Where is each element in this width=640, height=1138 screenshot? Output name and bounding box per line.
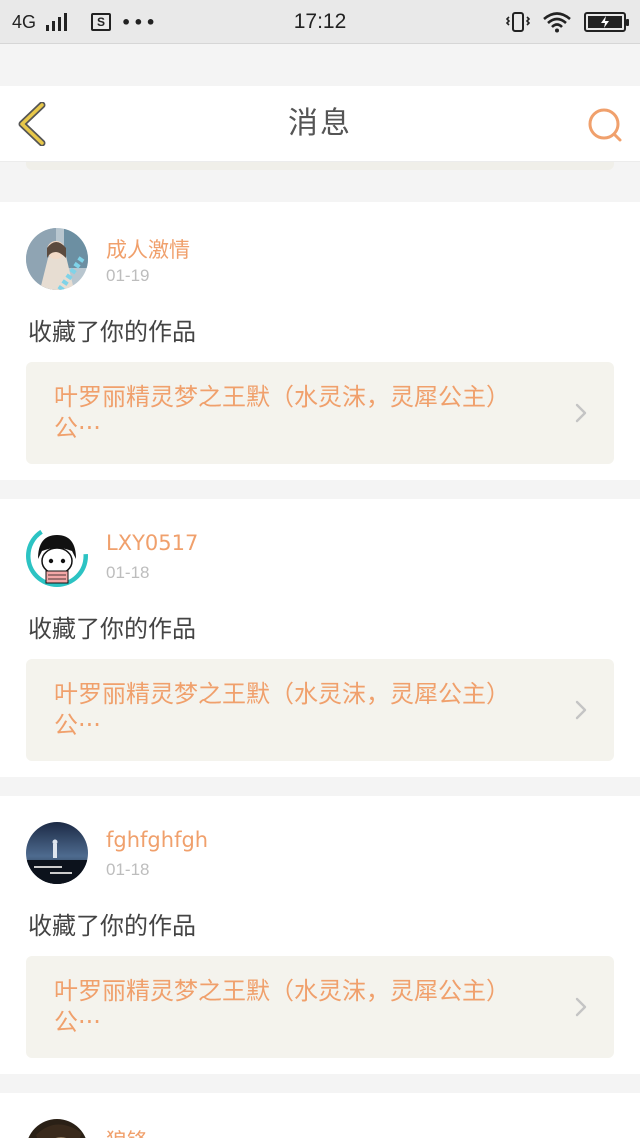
username[interactable]: LXY0517: [106, 531, 198, 555]
work-link[interactable]: 叶罗丽精灵梦之王默（水灵沫，灵犀公主）公···: [26, 956, 614, 1058]
more-notifications-icon: •••: [121, 12, 158, 32]
message-date: 01-18: [106, 563, 150, 582]
message-card: LXY0517 01-18 收藏了你的作品 叶罗丽精灵梦之王默（水灵沫，灵犀公主…: [0, 499, 640, 777]
status-left: 4G S •••: [12, 0, 158, 44]
message-card: fghfghfgh 01-18 收藏了你的作品 叶罗丽精灵梦之王默（水灵沫，灵犀…: [0, 796, 640, 1074]
chevron-right-icon: [575, 997, 587, 1017]
wifi-icon: [543, 12, 571, 33]
chevron-right-icon: [575, 700, 587, 720]
work-link[interactable]: 叶罗丽精灵梦之王默（水灵沫，灵犀公主）公···: [26, 659, 614, 761]
message-action: 收藏了你的作品: [28, 912, 196, 940]
avatar[interactable]: [26, 822, 88, 884]
app-header: 消息: [0, 86, 640, 162]
work-title: 叶罗丽精灵梦之王默（水灵沫，灵犀公主）公···: [54, 680, 510, 739]
message-action: 收藏了你的作品: [28, 318, 196, 346]
avatar[interactable]: [26, 525, 88, 587]
message-action: 收藏了你的作品: [28, 615, 196, 643]
chevron-right-icon: [575, 403, 587, 423]
network-type: 4G: [12, 11, 37, 32]
avatar[interactable]: [26, 228, 88, 290]
status-bar: 4G S ••• 17:12: [0, 0, 640, 44]
work-link[interactable]: 叶罗丽精灵梦之王默（水灵沫，灵犀公主）公···: [26, 362, 614, 464]
message-date: 01-19: [106, 266, 150, 285]
message-card: 成人激情 01-19 收藏了你的作品 叶罗丽精灵梦之王默（水灵沫，灵犀公主）公·…: [0, 202, 640, 480]
username[interactable]: fghfghfgh: [106, 828, 208, 852]
work-title: 叶罗丽精灵梦之王默（水灵沫，灵犀公主）公···: [54, 977, 510, 1036]
message-date: 01-18: [106, 860, 150, 879]
username[interactable]: 成人激情: [106, 234, 190, 264]
message-card: 狼锋: [0, 1093, 640, 1138]
avatar[interactable]: [26, 1119, 88, 1138]
status-right: [506, 0, 629, 44]
username[interactable]: 狼锋: [106, 1125, 148, 1138]
work-title: 叶罗丽精灵梦之王默（水灵沫，灵犀公主）公···: [54, 383, 510, 442]
page-title: 消息: [288, 106, 352, 141]
search-icon[interactable]: [586, 106, 626, 146]
battery-icon: [584, 12, 629, 32]
signal-icon: [46, 13, 68, 31]
sim-icon: S: [91, 13, 112, 31]
header-divider: [26, 162, 614, 170]
vibrate-icon: [506, 12, 530, 32]
